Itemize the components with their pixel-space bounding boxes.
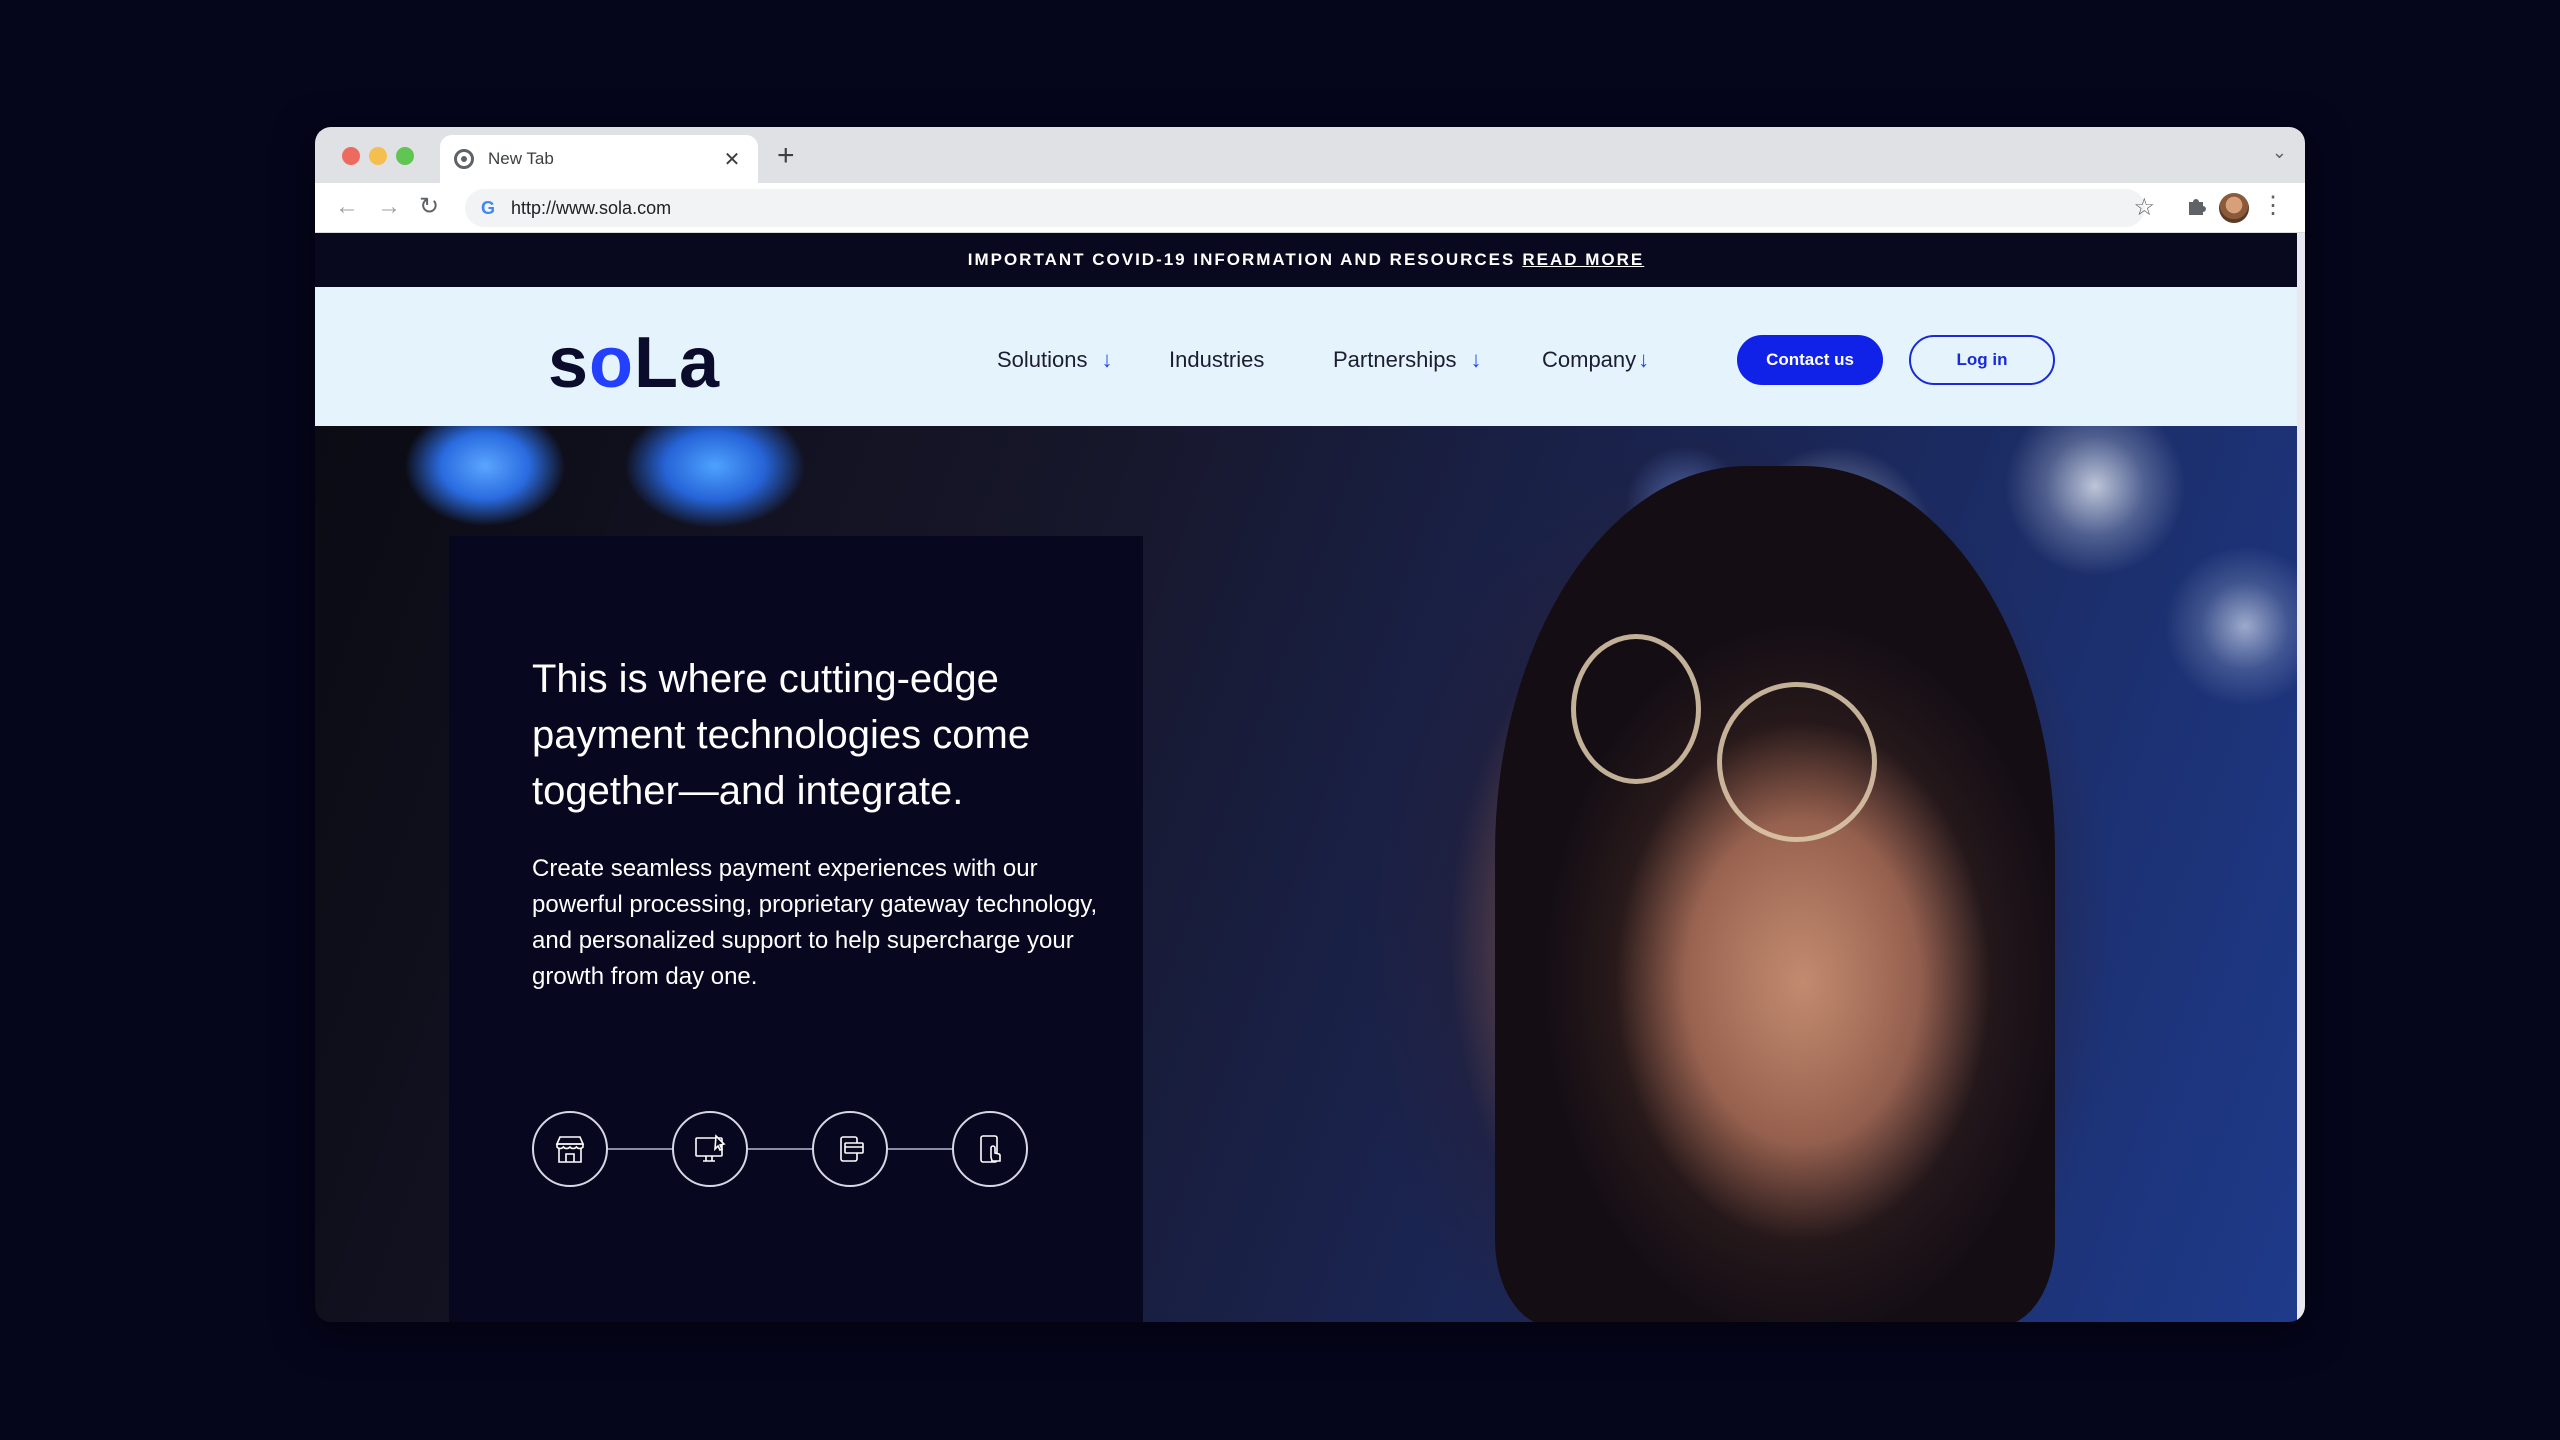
mobile-tap-icon [952,1111,1028,1187]
browser-window: New Tab ✕ + ⌄ ← → ↻ G http://www.sola.co… [315,127,2305,1322]
extensions-puzzle-icon[interactable] [2185,195,2207,217]
payment-channel-steps [532,1111,1052,1187]
tab-search-icon[interactable]: ⌄ [2272,142,2287,163]
url-text[interactable]: http://www.sola.com [511,198,671,219]
browser-menu-icon[interactable]: ⋮ [2261,192,2285,220]
close-window-button[interactable] [342,147,360,165]
hero-photo-woman [1495,466,2055,1322]
web-page: IMPORTANT COVID-19 INFORMATION AND RESOU… [315,233,2297,1322]
down-arrow-icon: ↓ [1470,347,1482,372]
tab-bar: New Tab ✕ + ⌄ [315,127,2305,183]
nav-partnerships-label: Partnerships [1333,347,1457,372]
new-tab-button[interactable]: + [777,141,795,171]
minimize-window-button[interactable] [369,147,387,165]
nav-company-label: Company [1542,347,1637,372]
hero-section: This is where cutting-edge payment techn… [315,426,2297,1322]
hero-photo-glasses-left [1571,634,1701,784]
hero-headline: This is where cutting-edge payment techn… [532,657,1031,813]
profile-avatar[interactable] [2219,193,2249,223]
hero-card: This is where cutting-edge payment techn… [449,536,1143,1322]
page-scrollbar[interactable] [2297,233,2305,1322]
site-header: soLa Solutions ↓ Industries Partnerships… [315,287,2297,426]
back-icon[interactable]: ← [335,193,359,221]
nav-company[interactable]: Company ↓ [1542,347,1649,373]
forward-icon[interactable]: → [377,193,401,221]
maximize-window-button[interactable] [396,147,414,165]
bookmark-star-icon[interactable]: ☆ [2133,193,2155,222]
step-connector [748,1148,812,1150]
reload-icon[interactable]: ↻ [419,193,439,221]
nav-industries-label: Industries [1169,347,1265,372]
address-bar[interactable]: G http://www.sola.com [465,189,2145,227]
step-connector [608,1148,672,1150]
read-more-link[interactable]: READ MORE [1522,250,1644,270]
browser-toolbar: ← → ↻ G http://www.sola.com ☆ ⋮ [315,183,2305,233]
tab-close-icon[interactable]: ✕ [720,147,744,172]
tab-title: New Tab [488,149,554,168]
down-arrow-icon: ↓ [1101,347,1113,372]
covid-banner: IMPORTANT COVID-19 INFORMATION AND RESOU… [315,233,2297,287]
chrome-favicon-icon [454,149,474,169]
nav-solutions-label: Solutions [997,347,1088,372]
down-arrow-icon: ↓ [1638,347,1650,372]
desktop-pointer-icon [672,1111,748,1187]
card-terminal-icon [812,1111,888,1187]
nav-industries[interactable]: Industries [1169,347,1264,373]
nav-partnerships[interactable]: Partnerships ↓ [1333,347,1482,373]
hero-description: Create seamless payment experiences with… [532,855,1098,990]
browser-tab[interactable]: New Tab ✕ [440,135,758,183]
hero-photo-glasses-right [1717,682,1877,842]
banner-text: IMPORTANT COVID-19 INFORMATION AND RESOU… [967,250,1516,269]
contact-us-button[interactable]: Contact us [1737,335,1883,385]
sola-logo[interactable]: soLa [548,327,720,399]
log-in-button[interactable]: Log in [1909,335,2055,385]
google-icon: G [481,197,496,218]
step-connector [888,1148,952,1150]
nav-solutions[interactable]: Solutions ↓ [997,347,1113,373]
storefront-icon [532,1111,608,1187]
